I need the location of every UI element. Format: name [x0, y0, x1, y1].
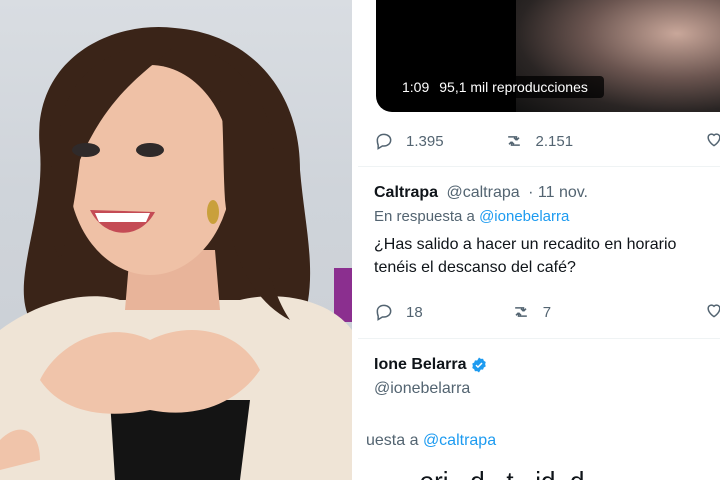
like-button[interactable]	[704, 129, 720, 153]
reply-like-button[interactable]	[704, 300, 720, 324]
reply-count: 1.395	[406, 132, 444, 150]
video-views: 95,1 mil reproducciones	[439, 79, 588, 95]
author-handle[interactable]: @ionebelarra	[374, 380, 488, 398]
tweet-actions: 1.395 2.151	[374, 131, 720, 151]
reply-date[interactable]: · 11 nov.	[528, 184, 588, 201]
reply-button[interactable]: 1.395	[374, 131, 444, 151]
verified-badge-icon	[472, 357, 487, 373]
author-reply-to-line: uesta a @caltrapa	[366, 432, 496, 450]
retweet-icon	[514, 307, 527, 317]
author-tweet-header: Ione Belarra @ionebelarra	[374, 356, 488, 398]
retweet-count: 2.151	[535, 132, 574, 150]
retweet-button[interactable]: 2.151	[504, 131, 574, 151]
reply-reply-button[interactable]: 18	[374, 302, 423, 322]
video-meta-badge: 1:09 95,1 mil reproducciones	[396, 76, 604, 98]
author-tweet-partial-text: ...eri...d...t...id..d...	[398, 466, 606, 480]
tweet-separator	[358, 338, 720, 339]
reply-retweet-count: 7	[542, 303, 552, 321]
heart-icon	[707, 133, 720, 147]
author-name-row: Ione Belarra	[374, 356, 488, 374]
reply-icon	[376, 304, 392, 321]
reply-reply-count: 18	[406, 303, 423, 321]
reply-text: ¿Has salido a hacer un recadito en horar…	[374, 233, 720, 279]
tweet-thread-panel: 1:09 95,1 mil reproducciones 1.395 2.151 …	[358, 0, 720, 480]
portrait-photo	[0, 0, 352, 480]
heart-icon	[707, 304, 720, 318]
tweet-separator	[358, 166, 720, 167]
reply-text-line1: ¿Has salido a hacer un recadito en horar…	[374, 236, 677, 253]
woman-portrait-illustration	[0, 27, 352, 480]
reply-tweet: Caltrapa @caltrapa · 11 nov. En respuest…	[374, 184, 720, 279]
reply-author-name[interactable]: Caltrapa	[374, 184, 438, 201]
reply-to-line: En respuesta a @ionebelarra	[374, 208, 720, 225]
reply-tweet-actions: 18 7	[374, 302, 720, 322]
author-name[interactable]: Ione Belarra	[374, 356, 466, 374]
reply-icon	[376, 133, 392, 150]
reply-to-mention[interactable]: @ionebelarra	[479, 208, 569, 225]
embedded-video[interactable]: 1:09 95,1 mil reproducciones	[376, 0, 720, 112]
reply-text-line2: tenéis el descanso del café?	[374, 259, 576, 276]
video-duration: 1:09	[402, 79, 430, 95]
retweet-icon	[507, 136, 520, 146]
author-reply-mention[interactable]: @caltrapa	[423, 432, 496, 449]
reply-retweet-button[interactable]: 7	[511, 302, 551, 322]
reply-author-handle[interactable]: @caltrapa	[446, 184, 519, 201]
author-reply-prefix: uesta a	[366, 432, 419, 449]
reply-to-prefix: En respuesta a	[374, 208, 475, 225]
